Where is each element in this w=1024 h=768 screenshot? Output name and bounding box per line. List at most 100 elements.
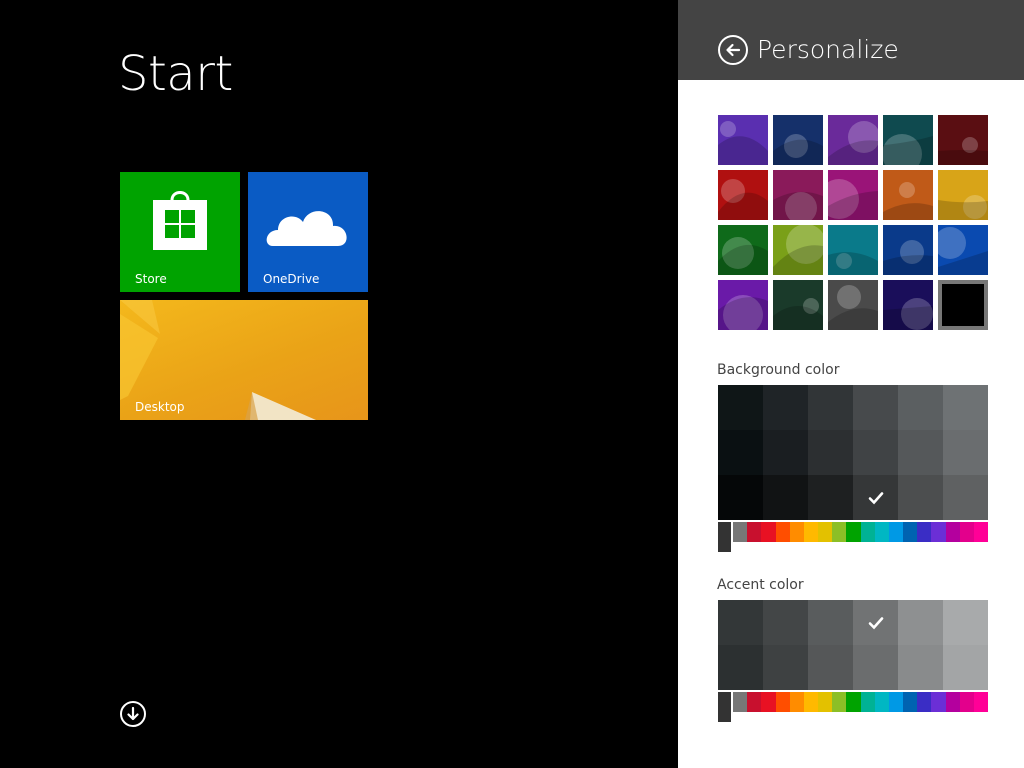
background-hue[interactable] — [818, 522, 833, 542]
background-color-swatch[interactable] — [943, 475, 988, 520]
background-hue[interactable] — [747, 522, 762, 542]
background-pattern-thumbnail[interactable] — [718, 280, 768, 330]
desktop-tile-label: Desktop — [135, 400, 185, 414]
background-color-swatch[interactable] — [853, 385, 898, 430]
background-hue[interactable] — [888, 522, 904, 542]
accent-hue[interactable] — [818, 692, 833, 712]
background-color-swatch[interactable] — [808, 475, 853, 520]
background-color-swatch[interactable] — [763, 475, 808, 520]
background-hue[interactable] — [733, 522, 748, 542]
accent-hue[interactable] — [846, 692, 861, 712]
background-hue[interactable] — [874, 522, 890, 542]
accent-hue[interactable] — [832, 692, 847, 712]
background-color-swatch[interactable] — [898, 430, 943, 475]
accent-hue[interactable] — [789, 692, 805, 712]
accent-color-swatch[interactable] — [943, 600, 988, 645]
accent-slider-thumb[interactable] — [718, 692, 731, 722]
accent-hue[interactable] — [945, 692, 961, 712]
background-pattern-thumbnail[interactable] — [718, 225, 768, 275]
background-pattern-thumbnail[interactable] — [828, 115, 878, 165]
background-slider-thumb[interactable] — [718, 522, 731, 552]
background-hue[interactable] — [959, 522, 975, 542]
pattern-decoration — [883, 298, 933, 330]
accent-hue[interactable] — [803, 692, 819, 712]
background-hue[interactable] — [945, 522, 961, 542]
store-tile[interactable]: Store — [120, 172, 240, 292]
accent-color-swatch[interactable] — [763, 600, 808, 645]
background-hue[interactable] — [931, 522, 946, 542]
accent-hue[interactable] — [888, 692, 904, 712]
background-hue[interactable] — [803, 522, 819, 542]
background-pattern-thumbnail[interactable] — [883, 170, 933, 220]
accent-hue[interactable] — [917, 692, 932, 712]
background-pattern-thumbnail[interactable] — [718, 170, 768, 220]
background-color-swatch[interactable] — [763, 430, 808, 475]
background-color-swatch[interactable] — [718, 430, 763, 475]
accent-hue[interactable] — [874, 692, 890, 712]
accent-color-swatch[interactable] — [718, 600, 763, 645]
background-pattern-thumbnail[interactable] — [938, 170, 988, 220]
accent-color-swatch[interactable] — [808, 645, 853, 690]
background-color-swatch[interactable] — [763, 385, 808, 430]
background-hue[interactable] — [789, 522, 805, 542]
accent-color-swatch[interactable] — [853, 645, 898, 690]
all-apps-button[interactable] — [120, 701, 146, 727]
background-color-swatch[interactable] — [943, 385, 988, 430]
background-pattern-thumbnail[interactable] — [773, 170, 823, 220]
background-pattern-thumbnail[interactable] — [773, 225, 823, 275]
background-pattern-thumbnail[interactable] — [938, 225, 988, 275]
background-hue[interactable] — [903, 522, 918, 542]
accent-hue-slider[interactable] — [718, 692, 989, 722]
background-hue[interactable] — [775, 522, 791, 542]
background-hue[interactable] — [846, 522, 861, 542]
back-arrow-icon — [726, 43, 741, 57]
background-pattern-thumbnail[interactable] — [828, 225, 878, 275]
background-color-swatch[interactable] — [853, 475, 898, 520]
background-pattern-thumbnail[interactable] — [883, 225, 933, 275]
accent-hue[interactable] — [775, 692, 791, 712]
background-hue[interactable] — [917, 522, 932, 542]
accent-hue[interactable] — [860, 692, 876, 712]
pattern-decoration — [773, 191, 823, 220]
background-hue[interactable] — [832, 522, 847, 542]
background-color-grid — [718, 385, 988, 520]
background-pattern-thumbnail[interactable] — [773, 280, 823, 330]
background-hue[interactable] — [761, 522, 776, 542]
accent-hue[interactable] — [733, 692, 748, 712]
background-color-swatch[interactable] — [943, 430, 988, 475]
accent-hue[interactable] — [959, 692, 975, 712]
background-pattern-thumbnail[interactable] — [773, 115, 823, 165]
accent-color-swatch[interactable] — [898, 645, 943, 690]
background-color-swatch[interactable] — [808, 385, 853, 430]
background-color-swatch[interactable] — [718, 475, 763, 520]
background-hue[interactable] — [973, 522, 989, 542]
background-color-swatch[interactable] — [808, 430, 853, 475]
background-pattern-thumbnail[interactable] — [938, 280, 988, 330]
background-color-swatch[interactable] — [718, 385, 763, 430]
back-button[interactable] — [718, 35, 748, 65]
accent-color-swatch[interactable] — [853, 600, 898, 645]
background-pattern-thumbnail[interactable] — [828, 280, 878, 330]
accent-hue[interactable] — [973, 692, 989, 712]
background-hue[interactable] — [860, 522, 876, 542]
accent-color-swatch[interactable] — [718, 645, 763, 690]
background-color-swatch[interactable] — [898, 385, 943, 430]
accent-color-swatch[interactable] — [898, 600, 943, 645]
background-pattern-thumbnail[interactable] — [883, 280, 933, 330]
background-color-swatch[interactable] — [898, 475, 943, 520]
accent-hue[interactable] — [903, 692, 918, 712]
accent-hue[interactable] — [761, 692, 776, 712]
background-pattern-thumbnail[interactable] — [828, 170, 878, 220]
accent-color-swatch[interactable] — [943, 645, 988, 690]
background-hue-slider[interactable] — [718, 522, 989, 552]
accent-hue[interactable] — [931, 692, 946, 712]
background-color-swatch[interactable] — [853, 430, 898, 475]
accent-color-swatch[interactable] — [808, 600, 853, 645]
desktop-tile[interactable]: Desktop — [120, 300, 368, 420]
background-pattern-thumbnail[interactable] — [718, 115, 768, 165]
onedrive-tile[interactable]: OneDrive — [248, 172, 368, 292]
background-pattern-thumbnail[interactable] — [938, 115, 988, 165]
accent-hue[interactable] — [747, 692, 762, 712]
accent-color-swatch[interactable] — [763, 645, 808, 690]
background-pattern-thumbnail[interactable] — [883, 115, 933, 165]
